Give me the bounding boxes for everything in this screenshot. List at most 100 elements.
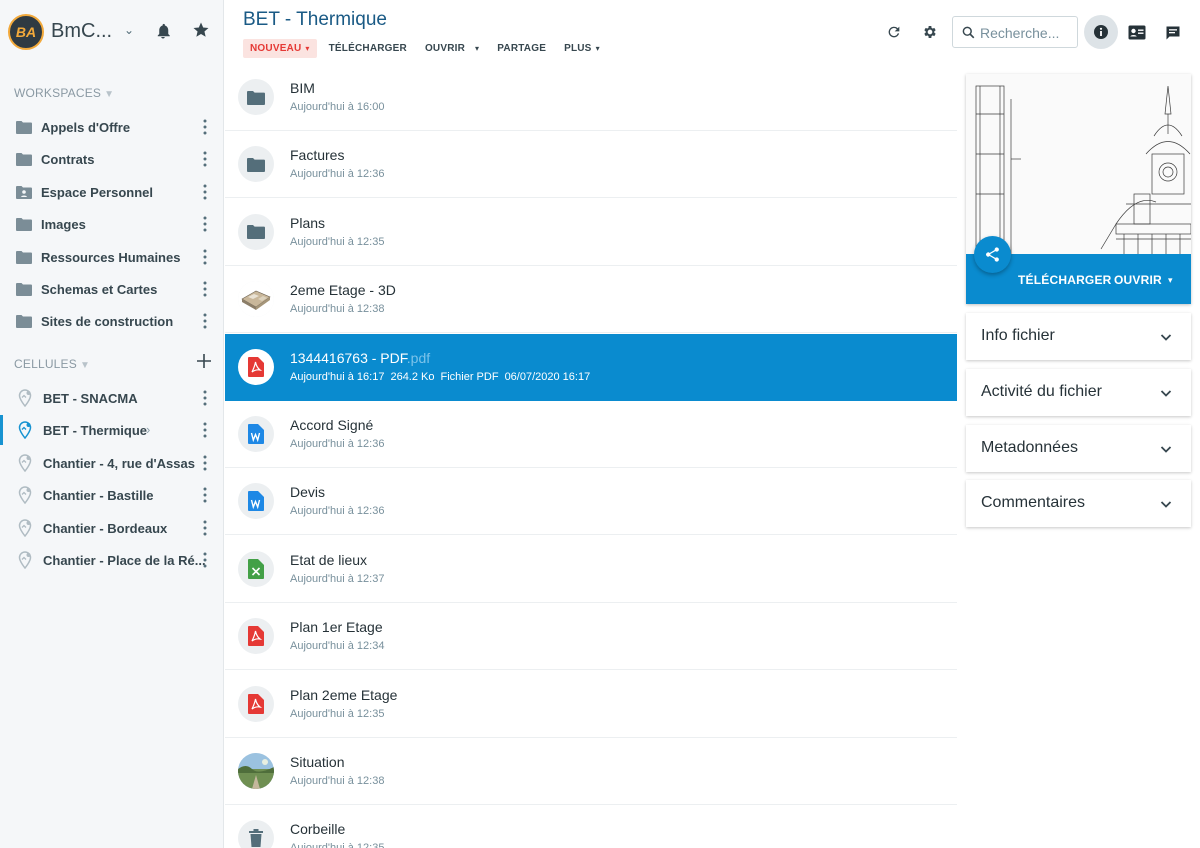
sidebar-item-cell[interactable]: Chantier - Bordeaux [0,513,224,543]
file-row[interactable]: Factures Aujourd'hui à 12:36 [225,131,957,199]
file-meta-value: Aujourd'hui à 12:36 [290,168,385,181]
more-vert-icon[interactable] [200,280,210,298]
file-name-text: Factures [290,147,345,164]
contact-card-icon[interactable] [1128,25,1146,40]
sidebar-item-label: Images [41,217,86,233]
file-row[interactable]: Situation Aujourd'hui à 12:38 [225,738,957,805]
new-button[interactable]: NOUVEAU ▾ [243,38,317,58]
sidebar-item-cell[interactable]: Chantier - Bastille [0,480,224,510]
sidebar-item-cell[interactable]: Chantier - Place de la Ré... [0,545,224,575]
brand-header[interactable]: BA BmC... ⌄ [8,14,218,52]
sidebar-item-workspace[interactable]: Appels d'Offre [0,112,224,142]
refresh-icon[interactable] [886,24,902,40]
file-row[interactable]: Plan 2eme Etage Aujourd'hui à 12:35 [225,671,957,738]
header: BET - Thermique NOUVEAU ▾ TÉLÉCHARGER OUV… [225,0,1200,64]
preview-open-button[interactable]: OUVRIR [1114,273,1162,287]
preview-download-button[interactable]: TÉLÉCHARGER [1018,273,1112,287]
more-vert-icon[interactable] [200,551,210,569]
star-icon[interactable] [192,21,210,39]
more-vert-icon[interactable] [200,118,210,136]
sidebar-item-workspace[interactable]: Contrats [0,144,224,174]
new-label: NOUVEAU [250,42,302,54]
file-name: Devis [290,484,325,500]
more-vert-icon[interactable] [200,389,210,407]
upload-button[interactable]: TÉLÉCHARGER [329,43,407,54]
sidebar-item-label: Ressources Humaines [41,249,181,265]
sidebar-item-cell[interactable]: BET - SNACMA [0,383,224,413]
file-row[interactable]: 1344416763 - PDF.pdf Aujourd'hui à 16:17 2… [225,333,957,401]
excel-file-icon [238,550,274,587]
file-name-text: BIM [290,80,315,96]
search-input[interactable] [980,23,1075,43]
chevron-down-icon [1160,334,1172,341]
file-row[interactable]: Plan 1er Etage Aujourd'hui à 12:34 [225,603,957,671]
filter-icon[interactable]: ▼ [104,89,114,100]
sidebar-item-label: Sites de construction [41,314,174,330]
file-row[interactable]: Accord Signé Aujourd'hui à 12:36 [225,401,957,468]
info-button[interactable] [1084,15,1118,49]
file-row[interactable]: Corbeille Aujourd'hui à 12:35 [225,805,957,848]
sidebar-item-workspace[interactable]: Sites de construction [0,306,224,336]
more-vert-icon[interactable] [200,215,210,233]
chat-icon[interactable] [1165,25,1181,41]
folder-icon [16,282,32,296]
photo-thumbnail [238,753,274,789]
search-box[interactable] [952,16,1078,48]
accordion-panel[interactable]: Metadonnées [966,424,1191,472]
more-vert-icon[interactable] [200,454,210,472]
filter-icon[interactable]: ▼ [80,360,90,371]
file-extension: .pdf [406,349,431,366]
accordion-panel[interactable]: Commentaires [966,480,1191,528]
sidebar-item-workspace[interactable]: Images [0,209,224,239]
folder-icon [238,146,274,183]
file-row[interactable]: Devis Aujourd'hui à 12:36 [225,468,957,536]
folder-icon [16,250,32,264]
more-vert-icon[interactable] [200,150,210,168]
folder-icon [16,217,32,232]
more-vert-icon[interactable] [200,312,210,330]
info-icon [1094,25,1108,39]
sidebar-item-workspace[interactable]: Espace Personnel [0,177,224,207]
open-button[interactable]: OUVRIR ▾ [425,43,479,54]
sidebar-item-label: BET - Thermique [43,423,148,439]
more-vert-icon[interactable] [200,486,210,504]
chevron-down-icon[interactable]: ⌄ [124,23,134,37]
file-name-text: Devis [290,484,326,501]
file-meta-value: Aujourd'hui à 16:17 [290,370,385,383]
accordion-panel[interactable]: Activité du fichier [966,368,1191,416]
accordion-panel[interactable]: Info fichier [966,313,1191,360]
cell-icon [17,421,33,440]
gear-icon[interactable] [922,24,938,40]
file-meta: Aujourd'hui à 12:38 [290,303,390,315]
share-icon [986,247,999,262]
more-vert-icon[interactable] [200,183,210,201]
add-cell-icon[interactable] [196,353,212,369]
share-fab-button[interactable] [974,236,1011,273]
more-vert-icon[interactable] [200,421,210,439]
search-icon [962,26,975,39]
more-vert-icon[interactable] [200,248,210,266]
file-row[interactable]: Plans Aujourd'hui à 12:35 [225,199,957,266]
more-vert-icon[interactable] [200,519,210,537]
preview-open-caret-icon[interactable]: ▾ [1168,275,1173,286]
bell-icon[interactable] [154,22,172,40]
sidebar-item-workspace[interactable]: Ressources Humaines [0,242,224,272]
file-name: Etat de lieux [290,552,367,568]
brand-name[interactable]: BmC... [51,20,112,43]
sidebar-item-cell[interactable]: Chantier - 4, rue d'Assas [0,448,224,478]
file-meta-value: 06/07/2020 16:17 [504,370,591,383]
sidebar-item-workspace[interactable]: Schemas et Cartes [0,274,224,304]
sidebar-item-cell[interactable]: BET - Thermique › [0,415,224,446]
folder-icon [238,79,274,115]
share-button[interactable]: PARTAGE [497,43,546,54]
folder-icon [16,120,32,134]
file-row[interactable]: BIM Aujourd'hui à 16:00 [225,64,957,131]
file-name-text: Situation [290,754,345,770]
sidebar-item-label: Chantier - 4, rue d'Assas [43,455,195,471]
file-row[interactable]: 2eme Etage - 3D Aujourd'hui à 12:38 [225,266,957,334]
pdf-preview-image[interactable] [966,74,1191,254]
more-button[interactable]: PLUS ▾ [564,43,600,54]
file-row[interactable]: Etat de lieux Aujourd'hui à 12:37 [225,536,957,603]
file-meta-value: Aujourd'hui à 12:36 [290,438,385,450]
file-meta-value: Aujourd'hui à 12:36 [290,505,385,518]
